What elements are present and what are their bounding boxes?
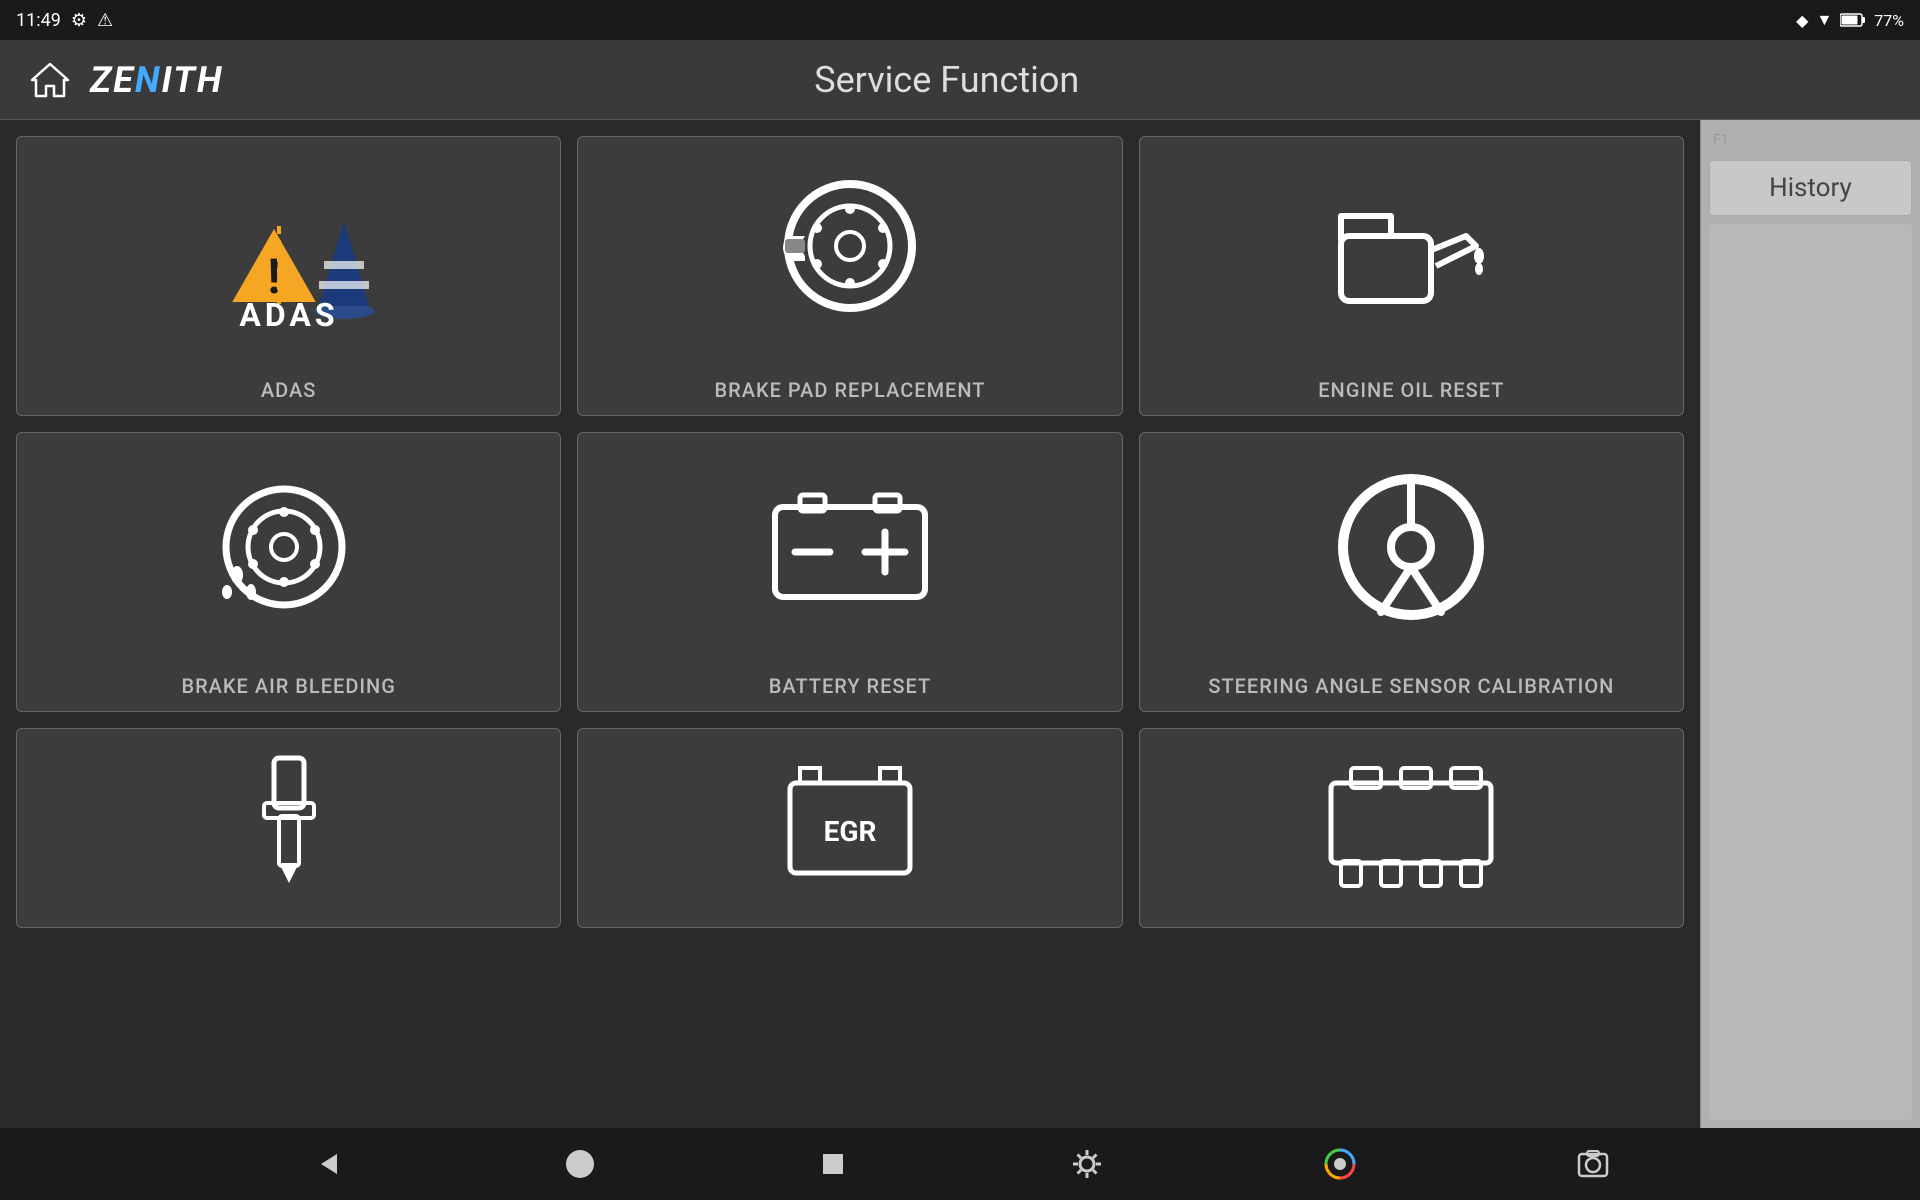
card-adas-label: ADAS bbox=[245, 365, 332, 415]
card-battery-icon bbox=[740, 433, 960, 661]
svg-text:EGR: EGR bbox=[824, 815, 877, 848]
card-adas-icon: ! ADAS bbox=[169, 137, 409, 365]
alert-icon: ⚠ bbox=[97, 10, 113, 31]
card-steering-icon bbox=[1311, 433, 1511, 661]
status-left: 11:49 ⚙ ⚠ bbox=[16, 10, 113, 31]
battery-icon bbox=[1840, 13, 1866, 27]
card-adas[interactable]: ! ADAS ADAS bbox=[16, 136, 561, 416]
grid-area: ! ADAS ADAS bbox=[0, 120, 1700, 1128]
main-content: ! ADAS ADAS bbox=[0, 120, 1920, 1128]
card-steering-label: STEERING ANGLE SENSOR CALIBRATION bbox=[1192, 661, 1630, 711]
card-brake-pad-label: BRAKE PAD REPLACEMENT bbox=[699, 365, 1002, 415]
nav-bar: ZENITH Service Function bbox=[0, 40, 1920, 120]
card-brake-air-icon bbox=[189, 433, 389, 661]
signal-icon: ◆ bbox=[1796, 11, 1808, 30]
card-injector-icon bbox=[209, 728, 369, 928]
screenshot-button[interactable] bbox=[1563, 1134, 1623, 1194]
sidebar: F1 History bbox=[1700, 120, 1920, 1128]
browser-button[interactable] bbox=[1310, 1134, 1370, 1194]
logo: ZENITH bbox=[90, 59, 224, 101]
svg-text:ADAS: ADAS bbox=[239, 296, 338, 331]
back-button[interactable] bbox=[297, 1134, 357, 1194]
history-button[interactable]: History bbox=[1709, 160, 1912, 216]
recents-button[interactable] bbox=[803, 1134, 863, 1194]
card-egr-icon: EGR bbox=[750, 729, 950, 927]
sidebar-empty-space bbox=[1709, 224, 1912, 1120]
card-brake-air-label: BRAKE AIR BLEEDING bbox=[165, 661, 411, 711]
card-throttle-icon bbox=[1301, 729, 1521, 927]
card-battery[interactable]: BATTERY RESET bbox=[577, 432, 1122, 712]
card-battery-label: BATTERY RESET bbox=[753, 661, 947, 711]
bottom-bar bbox=[0, 1128, 1920, 1200]
status-bar: 11:49 ⚙ ⚠ ◆ ▼ 77% bbox=[0, 0, 1920, 40]
card-injector[interactable] bbox=[16, 728, 561, 928]
home-button-nav[interactable] bbox=[550, 1134, 610, 1194]
status-right: ◆ ▼ 77% bbox=[1796, 10, 1904, 30]
card-steering[interactable]: STEERING ANGLE SENSOR CALIBRATION bbox=[1139, 432, 1684, 712]
card-egr[interactable]: EGR bbox=[577, 728, 1122, 928]
wifi-icon: ▼ bbox=[1816, 10, 1832, 30]
service-grid: ! ADAS ADAS bbox=[16, 136, 1684, 928]
card-brake-pad-icon bbox=[750, 137, 950, 365]
home-button[interactable] bbox=[20, 50, 80, 110]
settings-button-nav[interactable] bbox=[1057, 1134, 1117, 1194]
card-engine-oil-icon bbox=[1301, 137, 1521, 365]
page-title: Service Function bbox=[224, 59, 1670, 101]
card-brake-air[interactable]: BRAKE AIR BLEEDING bbox=[16, 432, 561, 712]
sidebar-f1-label: F1 bbox=[1709, 128, 1912, 152]
settings-icon: ⚙ bbox=[71, 10, 87, 31]
battery-percent: 77% bbox=[1874, 11, 1904, 30]
card-engine-oil[interactable]: ENGINE OIL RESET bbox=[1139, 136, 1684, 416]
card-throttle[interactable] bbox=[1139, 728, 1684, 928]
card-brake-pad[interactable]: BRAKE PAD REPLACEMENT bbox=[577, 136, 1122, 416]
time-display: 11:49 bbox=[16, 10, 61, 31]
card-engine-oil-label: ENGINE OIL RESET bbox=[1302, 365, 1520, 415]
